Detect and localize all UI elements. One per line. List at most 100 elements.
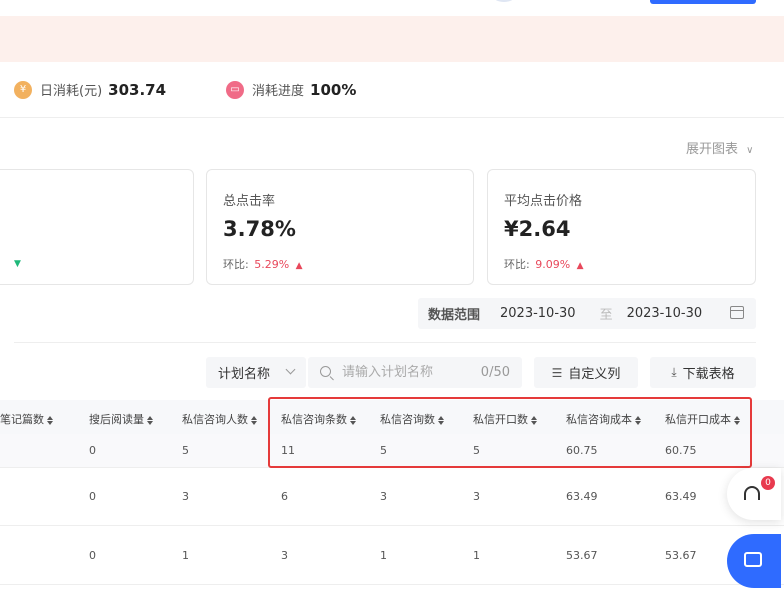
- table-cell: 5: [182, 444, 189, 457]
- table-cell: 0: [89, 490, 96, 503]
- download-table-button[interactable]: ⤓ 下载表格: [650, 357, 756, 388]
- table-cell: 60.75: [566, 444, 598, 457]
- card-compare: 环比: 5.29% ▲: [223, 256, 303, 272]
- sort-icon[interactable]: [47, 415, 53, 425]
- sort-icon[interactable]: [350, 415, 356, 425]
- compare-label: 环比:: [504, 258, 530, 271]
- metric-card-partial: [0, 169, 194, 285]
- table-cell: 1: [380, 549, 387, 562]
- table-cell: 5: [473, 444, 480, 457]
- col-header-dm-messages[interactable]: 私信咨询条数: [281, 411, 356, 427]
- sort-icon[interactable]: [531, 415, 537, 425]
- trend-up-icon: ▲: [576, 261, 584, 271]
- customer-support-button[interactable]: 0: [727, 468, 781, 520]
- list-settings-icon: ☰: [551, 365, 563, 380]
- col-header-dm-users[interactable]: 私信咨询人数: [182, 411, 257, 427]
- table-row[interactable]: 0 1 3 1 1 53.67 53.67: [0, 527, 784, 585]
- notification-badge: 0: [761, 476, 775, 490]
- card-title: 平均点击价格: [504, 194, 583, 209]
- compare-label: 环比:: [223, 258, 249, 271]
- progress-icon: ▭: [226, 80, 244, 99]
- metric-card-ctr: 总点击率 3.78% 环比: 5.29% ▲: [206, 169, 474, 285]
- sort-icon[interactable]: [635, 415, 641, 425]
- table-cell: 63.49: [665, 490, 697, 503]
- table-header: 笔记篇数 搜后阅读量 私信咨询人数 私信咨询条数 私信咨询数 私信开口数 私信咨…: [0, 400, 784, 434]
- table-cell: 0: [89, 444, 96, 457]
- chevron-down-icon: ∨: [746, 145, 754, 156]
- date-separator: 至: [599, 308, 613, 323]
- table-cell: 1: [473, 549, 480, 562]
- primary-action-button[interactable]: [650, 0, 756, 4]
- col-header-dm-cost[interactable]: 私信咨询成本: [566, 411, 641, 427]
- col-header-dm-open[interactable]: 私信开口数: [473, 411, 537, 427]
- plan-select-label: 计划名称: [218, 367, 271, 382]
- metric-card-avg-cpc: 平均点击价格 ¥2.64 环比: 9.09% ▲: [487, 169, 756, 285]
- download-icon: ⤓: [671, 365, 677, 379]
- table-cell: 53.67: [665, 549, 697, 562]
- header-label: 私信开口成本: [665, 413, 731, 426]
- table-cell: 0: [89, 549, 96, 562]
- card-value: ¥2.64: [504, 217, 571, 241]
- card-compare: 环比: 9.09% ▲: [504, 256, 584, 272]
- table-cell: 3: [281, 549, 288, 562]
- custom-columns-label: 自定义列: [568, 367, 621, 382]
- sort-icon[interactable]: [147, 415, 153, 425]
- expand-chart-toggle[interactable]: 展开图表 ∨: [686, 138, 753, 157]
- plan-name-select[interactable]: 计划名称: [206, 357, 306, 388]
- top-bar: [0, 0, 784, 16]
- header-label: 私信开口数: [473, 413, 528, 426]
- date-range-picker[interactable]: 数据范围 2023-10-30 至 2023-10-30: [418, 298, 756, 329]
- stat-value: 100%: [310, 80, 357, 99]
- table-cell: 60.75: [665, 444, 697, 457]
- table-cell: 53.67: [566, 549, 598, 562]
- stat-label: 消耗进度: [252, 84, 305, 99]
- download-label: 下载表格: [682, 367, 735, 382]
- header-label: 私信咨询成本: [566, 413, 632, 426]
- table-cell: 3: [473, 490, 480, 503]
- sort-icon[interactable]: [251, 415, 257, 425]
- table-cell: 5: [380, 444, 387, 457]
- stat-value: 303.74: [108, 80, 167, 99]
- col-header-notes[interactable]: 笔记篇数: [0, 411, 53, 427]
- date-end[interactable]: 2023-10-30: [627, 306, 703, 321]
- card-value: 3.78%: [223, 217, 296, 241]
- card-title: 总点击率: [223, 194, 276, 209]
- table-cell: 3: [380, 490, 387, 503]
- coin-icon: ¥: [14, 80, 32, 99]
- col-header-reads[interactable]: 搜后阅读量: [89, 411, 153, 427]
- trend-up-icon: ▲: [295, 261, 303, 271]
- search-char-count: 0/50: [480, 365, 510, 380]
- chevron-down-icon: [285, 364, 296, 375]
- sort-icon[interactable]: [438, 415, 444, 425]
- table-row[interactable]: 0 5 11 5 5 60.75 60.75: [0, 434, 784, 468]
- table-cell: 63.49: [566, 490, 598, 503]
- header-label: 私信咨询数: [380, 413, 435, 426]
- search-icon: [320, 366, 331, 377]
- header-label: 搜后阅读量: [89, 413, 144, 426]
- stat-daily-spend: ¥ 日消耗(元) 303.74: [14, 80, 166, 99]
- stat-label: 日消耗(元): [40, 84, 103, 99]
- section-divider: [14, 342, 756, 343]
- header-label: 笔记篇数: [0, 413, 44, 426]
- notice-banner: [0, 16, 784, 62]
- table-cell: 11: [281, 444, 295, 457]
- sort-icon[interactable]: [734, 415, 740, 425]
- table-cell: 6: [281, 490, 288, 503]
- col-header-open-cost[interactable]: 私信开口成本: [665, 411, 740, 427]
- chat-icon: [744, 549, 762, 567]
- search-input[interactable]: [342, 357, 472, 388]
- custom-columns-button[interactable]: ☰ 自定义列: [534, 357, 638, 388]
- header-label: 私信咨询人数: [182, 413, 248, 426]
- stats-bar: ¥ 日消耗(元) 303.74 ▭ 消耗进度 100%: [0, 62, 784, 118]
- table-cell: 1: [182, 549, 189, 562]
- compare-value: 5.29%: [254, 258, 290, 271]
- calendar-icon[interactable]: [730, 306, 744, 319]
- chat-button[interactable]: [727, 534, 781, 588]
- col-header-dm-count[interactable]: 私信咨询数: [380, 411, 444, 427]
- date-start[interactable]: 2023-10-30: [500, 306, 576, 321]
- plan-search[interactable]: 0/50: [308, 357, 522, 388]
- date-range-label: 数据范围: [428, 308, 481, 323]
- avatar[interactable]: [493, 0, 515, 2]
- headset-icon: [744, 486, 760, 500]
- table-row[interactable]: 0 3 6 3 3 63.49 63.49: [0, 468, 784, 526]
